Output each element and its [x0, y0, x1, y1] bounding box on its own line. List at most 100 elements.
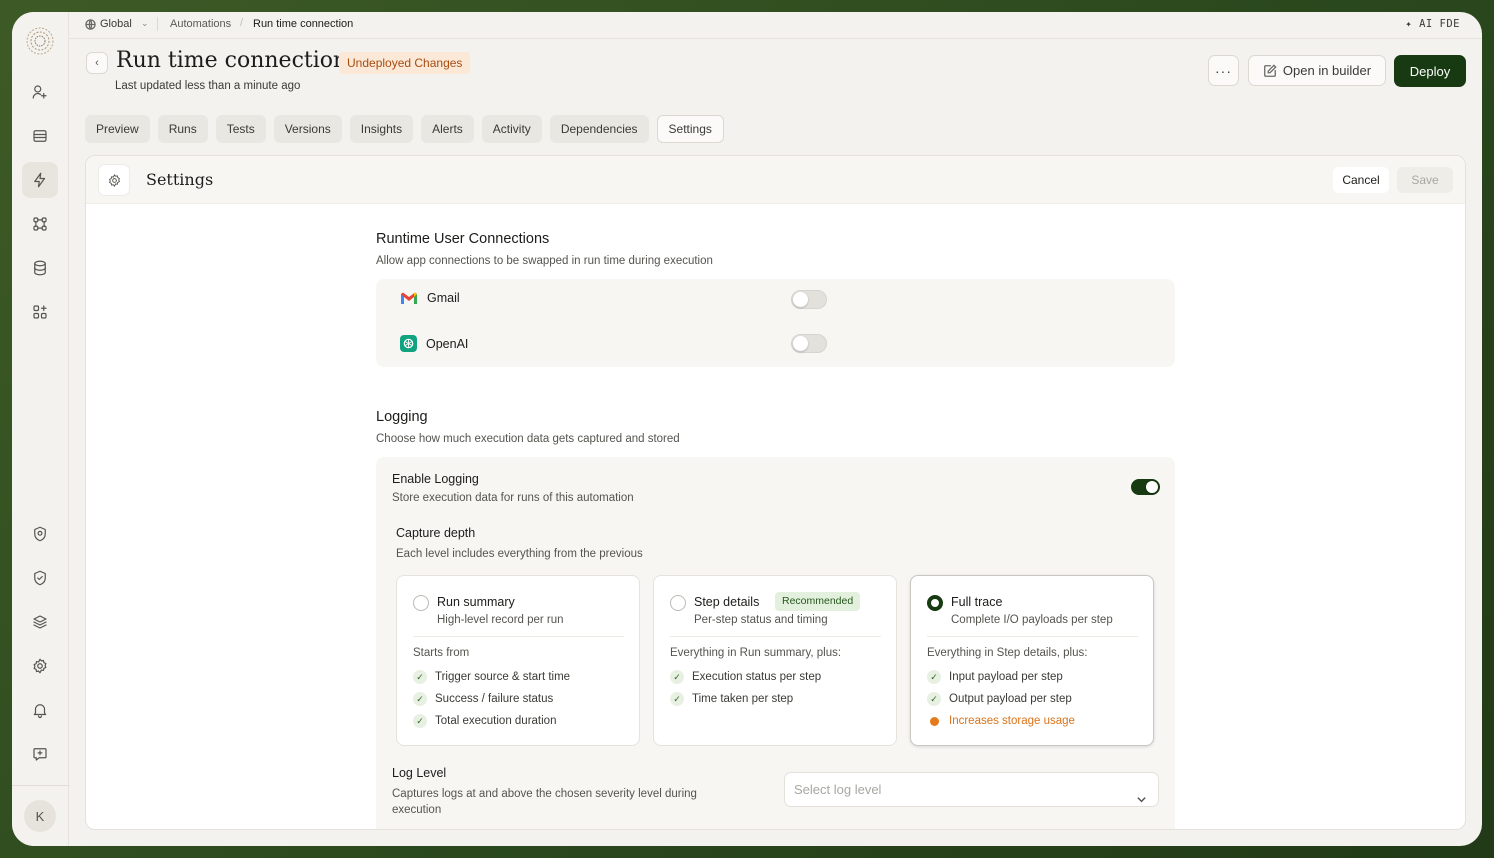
automations-bolt-icon[interactable] [22, 162, 58, 198]
shield-icon[interactable] [22, 516, 58, 552]
connection-name: Gmail [427, 291, 460, 305]
tab-activity[interactable]: Activity [481, 115, 542, 143]
status-badge: Undeployed Changes [339, 52, 471, 74]
option-name: Run summary [437, 595, 515, 609]
chevron-down-icon[interactable]: ⌄ [141, 18, 149, 29]
storage-warning: Increases storage usage [927, 714, 1075, 728]
tab-preview[interactable]: Preview [85, 115, 150, 143]
app-window: K Global ⌄ Automations / Run time connec… [12, 12, 1482, 846]
log-level-select[interactable]: Select log level [784, 772, 1159, 807]
capture-depth-subtitle: Each level includes everything from the … [396, 548, 643, 560]
radio-button[interactable] [413, 595, 429, 611]
gmail-toggle[interactable] [791, 290, 827, 309]
tab-insights[interactable]: Insights [349, 115, 414, 143]
capture-option-step-details[interactable]: Step details Recommended Per-step status… [653, 575, 897, 746]
toggle-knob [793, 336, 808, 351]
chevron-left-icon: ‹ [95, 57, 99, 69]
topbar: Global ⌄ Automations / Run time connecti… [69, 12, 1482, 39]
feature-item: ✓ Success / failure status [413, 692, 553, 706]
select-placeholder: Select log level [794, 782, 882, 797]
database-icon[interactable] [22, 250, 58, 286]
divider [927, 636, 1138, 637]
sidebar-divider [12, 785, 69, 786]
radio-button-selected[interactable] [927, 595, 943, 611]
open-in-builder-button[interactable]: Open in builder [1248, 55, 1386, 86]
workspace-label: Global [100, 18, 132, 30]
tab-tests[interactable]: Tests [215, 115, 266, 143]
option-name: Full trace [951, 595, 1003, 609]
tab-settings[interactable]: Settings [656, 115, 724, 143]
check-icon: ✓ [413, 670, 427, 684]
tab-versions[interactable]: Versions [273, 115, 342, 143]
check-icon: ✓ [413, 714, 427, 728]
toggle-knob [793, 292, 808, 307]
settings-gear-icon[interactable] [22, 648, 58, 684]
feature-label: Success / failure status [435, 693, 554, 705]
feature-item: ✓ Input payload per step [927, 670, 1063, 684]
panel-title: Settings [146, 170, 214, 189]
panel-header: Settings Cancel Save [86, 156, 1465, 204]
logging-section-subtitle: Choose how much execution data gets capt… [376, 433, 680, 445]
workflow-icon[interactable] [22, 206, 58, 242]
check-icon: ✓ [927, 670, 941, 684]
recommended-badge: Recommended [775, 592, 861, 611]
more-options-button[interactable]: ··· [1208, 55, 1239, 86]
brand-logo-icon[interactable] [25, 26, 55, 56]
layers-icon[interactable] [22, 604, 58, 640]
save-button[interactable]: Save [1397, 167, 1453, 193]
feature-label: Trigger source & start time [435, 671, 571, 683]
feature-item: ✓ Output payload per step [927, 692, 1072, 706]
breadcrumb-current: Run time connection [253, 18, 354, 30]
radio-button[interactable] [670, 595, 686, 611]
check-icon: ✓ [927, 692, 941, 706]
sidebar: K [12, 12, 69, 846]
runtime-section-subtitle: Allow app connections to be swapped in r… [376, 255, 713, 267]
tab-runs[interactable]: Runs [157, 115, 208, 143]
toggle-knob [1146, 481, 1158, 493]
divider [157, 17, 158, 31]
openai-toggle[interactable] [791, 334, 827, 353]
shield-check-icon[interactable] [22, 560, 58, 596]
inbox-icon[interactable] [22, 118, 58, 154]
bell-icon[interactable] [22, 692, 58, 728]
last-updated-text: Last updated less than a minute ago [115, 80, 301, 92]
cancel-button[interactable]: Cancel [1333, 167, 1389, 193]
log-level-title: Log Level [392, 766, 447, 780]
deploy-button[interactable]: Deploy [1394, 55, 1466, 87]
option-includes-label: Everything in Step details, plus: [927, 647, 1088, 659]
apps-icon[interactable] [22, 294, 58, 330]
divider [670, 636, 881, 637]
logging-settings-box: Enable Logging Store execution data for … [376, 457, 1175, 829]
feature-item: ✓ Execution status per step [670, 670, 821, 684]
option-description: Complete I/O payloads per step [951, 614, 1113, 626]
back-button[interactable]: ‹ [86, 52, 108, 74]
tab-alerts[interactable]: Alerts [421, 115, 474, 143]
workspace-switcher[interactable]: Global [85, 18, 132, 30]
enable-logging-toggle[interactable] [1131, 479, 1160, 495]
log-level-subtitle: Captures logs at and above the chosen se… [392, 788, 697, 816]
feedback-icon[interactable] [22, 736, 58, 772]
breadcrumb-automations[interactable]: Automations [170, 18, 231, 30]
feature-label: Total execution duration [435, 715, 557, 727]
runtime-section-title: Runtime User Connections [376, 231, 550, 247]
option-includes-label: Everything in Run summary, plus: [670, 647, 842, 659]
gmail-icon [401, 292, 417, 304]
feature-item: ✓ Trigger source & start time [413, 670, 570, 684]
avatar[interactable]: K [24, 800, 56, 832]
capture-option-run-summary[interactable]: Run summary High-level record per run St… [396, 575, 640, 746]
tab-bar: Preview Runs Tests Versions Insights Ale… [85, 115, 724, 143]
users-icon[interactable] [22, 74, 58, 110]
option-name: Step details [694, 595, 760, 609]
option-description: High-level record per run [437, 614, 564, 626]
ai-fde-button[interactable]: ✦ AI FDE [1405, 18, 1460, 30]
tab-dependencies[interactable]: Dependencies [549, 115, 649, 143]
openai-icon [400, 335, 417, 352]
check-icon: ✓ [670, 692, 684, 706]
check-icon: ✓ [670, 670, 684, 684]
more-icon: ··· [1215, 62, 1232, 79]
capture-option-full-trace[interactable]: Full trace Complete I/O payloads per ste… [910, 575, 1154, 746]
breadcrumb-separator: / [240, 17, 244, 29]
connections-list: Gmail OpenAI [376, 279, 1175, 367]
feature-label: Input payload per step [949, 671, 1063, 683]
feature-label: Execution status per step [692, 671, 822, 683]
